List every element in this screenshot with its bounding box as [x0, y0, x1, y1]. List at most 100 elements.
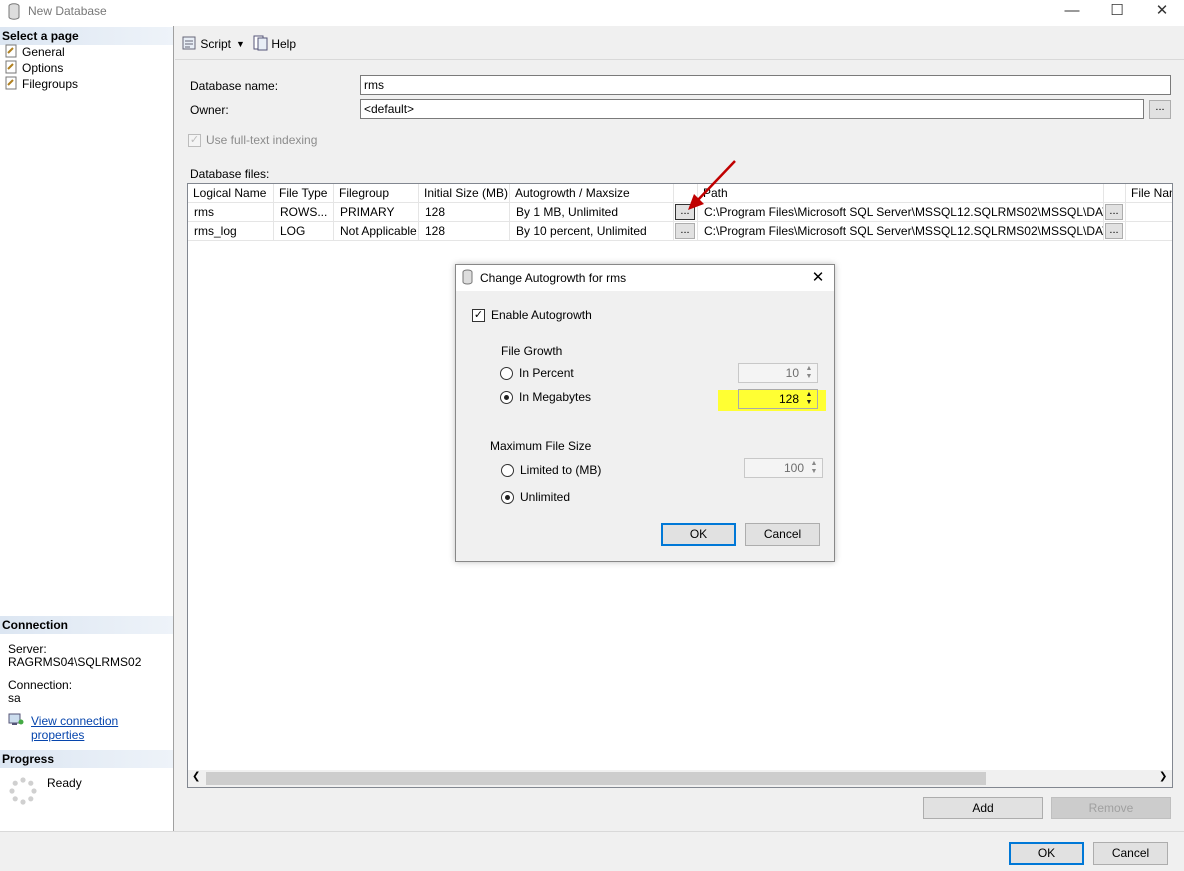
page-wrench-icon — [5, 44, 17, 58]
owner-browse-button[interactable]: ... — [1149, 100, 1171, 119]
left-pane: Select a page General Options Filegroups… — [0, 26, 174, 831]
path-browse-button[interactable]: ... — [1105, 223, 1123, 239]
in-megabytes-value: 128 — [778, 392, 799, 406]
toolbar: Script ▼ Help — [175, 26, 1184, 60]
database-icon — [462, 269, 473, 285]
in-percent-value: 10 — [785, 366, 799, 380]
database-icon — [8, 3, 20, 20]
fulltext-label: Use full-text indexing — [206, 133, 318, 147]
cell-file-name[interactable] — [1126, 222, 1172, 241]
spinner-arrows-icon[interactable]: ▲ ▼ — [803, 365, 815, 381]
page-item-general[interactable]: General — [4, 44, 65, 60]
remove-button[interactable]: Remove — [1051, 797, 1171, 819]
connection-properties-icon — [8, 713, 24, 725]
bottom-bar: OK Cancel — [0, 831, 1184, 871]
cell-path[interactable]: C:\Program Files\Microsoft SQL Server\MS… — [698, 203, 1104, 222]
cell-filegroup[interactable]: PRIMARY — [334, 203, 419, 222]
page-item-filegroups[interactable]: Filegroups — [4, 76, 78, 92]
dialog-cancel-button[interactable]: Cancel — [745, 523, 820, 546]
autogrowth-browse-button[interactable]: ... — [675, 223, 695, 239]
add-button[interactable]: Add — [923, 797, 1043, 819]
page-wrench-icon — [5, 76, 17, 90]
column-header-path[interactable]: Path — [698, 184, 1104, 203]
in-megabytes-spinner[interactable]: 128 ▲ ▼ — [738, 389, 818, 409]
server-label: Server: — [8, 642, 47, 656]
in-percent-spinner[interactable]: 10 ▲ ▼ — [738, 363, 818, 383]
enable-autogrowth-checkbox[interactable]: ✓ — [472, 309, 485, 322]
connection-label: Connection: — [8, 678, 73, 692]
horizontal-scrollbar[interactable]: ❮ ❯ — [188, 770, 1172, 787]
view-connection-properties-link[interactable]: View connection properties — [31, 714, 173, 742]
in-megabytes-label: In Megabytes — [519, 390, 592, 404]
enable-autogrowth-label: Enable Autogrowth — [491, 308, 592, 322]
cell-autogrowth: By 10 percent, Unlimited — [510, 222, 674, 241]
column-header-path-button — [1104, 184, 1126, 203]
cell-autogrowth: By 1 MB, Unlimited — [510, 203, 674, 222]
script-dropdown-icon[interactable]: ▼ — [236, 35, 245, 53]
fulltext-checkbox[interactable]: ✓ — [188, 134, 201, 147]
cell-logical-name[interactable]: rms — [188, 203, 274, 222]
path-browse-button[interactable]: ... — [1105, 204, 1123, 220]
max-file-size-label: Maximum File Size — [490, 439, 592, 453]
window-title: New Database — [28, 4, 107, 18]
cell-initial-size[interactable]: 128 — [419, 203, 510, 222]
cell-initial-size[interactable]: 128 — [419, 222, 510, 241]
help-icon — [253, 35, 268, 51]
page-wrench-icon — [5, 60, 17, 74]
cell-file-type[interactable]: LOG — [274, 222, 334, 241]
unlimited-radio[interactable] — [501, 491, 514, 504]
page-item-label: Filegroups — [22, 77, 79, 91]
page-item-label: General — [22, 45, 65, 59]
column-header-filegroup[interactable]: Filegroup — [334, 184, 419, 203]
cell-file-name[interactable] — [1126, 203, 1172, 222]
limited-to-spinner[interactable]: 100 ▲ ▼ — [744, 458, 823, 478]
connection-value: sa — [8, 691, 21, 705]
database-name-input[interactable]: rms — [360, 75, 1171, 95]
column-header-file-name[interactable]: File Nam — [1126, 184, 1172, 203]
close-button[interactable]: ✕ — [1139, 0, 1184, 24]
dialog-title: Change Autogrowth for rms — [480, 271, 627, 285]
column-header-file-type[interactable]: File Type — [274, 184, 334, 203]
server-value: RAGRMS04\SQLRMS02 — [8, 655, 142, 669]
ok-button[interactable]: OK — [1009, 842, 1084, 865]
column-header-logical-name[interactable]: Logical Name — [188, 184, 274, 203]
select-page-header: Select a page — [0, 27, 173, 45]
in-megabytes-radio[interactable] — [500, 391, 513, 404]
script-button[interactable]: Script — [181, 35, 231, 53]
limited-to-radio[interactable] — [501, 464, 514, 477]
owner-label: Owner: — [190, 103, 229, 117]
cell-path-button-container: ... — [1104, 203, 1126, 222]
cell-path-button-container: ... — [1104, 222, 1126, 241]
owner-input[interactable]: <default> — [360, 99, 1144, 119]
help-button[interactable]: Help — [252, 35, 296, 53]
dialog-close-icon[interactable]: ✕ — [808, 268, 828, 288]
window-titlebar: New Database — ☐ ✕ — [0, 0, 1184, 26]
in-percent-radio[interactable] — [500, 367, 513, 380]
column-header-initial-size[interactable]: Initial Size (MB) — [419, 184, 510, 203]
file-growth-label: File Growth — [501, 344, 563, 358]
cell-path[interactable]: C:\Program Files\Microsoft SQL Server\MS… — [698, 222, 1104, 241]
minimize-button[interactable]: — — [1049, 0, 1095, 24]
page-item-options[interactable]: Options — [4, 60, 63, 76]
maximize-button[interactable]: ☐ — [1094, 0, 1140, 24]
scroll-right-icon[interactable]: ❯ — [1159, 771, 1167, 782]
limited-to-label: Limited to (MB) — [520, 463, 602, 477]
unlimited-label: Unlimited — [520, 490, 571, 504]
dialog-ok-button[interactable]: OK — [661, 523, 736, 546]
database-files-label: Database files: — [190, 167, 270, 181]
cell-logical-name[interactable]: rms_log — [188, 222, 274, 241]
cancel-button[interactable]: Cancel — [1093, 842, 1168, 865]
progress-header: Progress — [0, 750, 173, 768]
column-header-autogrowth[interactable]: Autogrowth / Maxsize — [510, 184, 674, 203]
spinner-arrows-icon[interactable]: ▲ ▼ — [803, 391, 815, 407]
in-percent-label: In Percent — [519, 366, 574, 380]
page-item-label: Options — [22, 61, 64, 75]
cell-file-type[interactable]: ROWS... — [274, 203, 334, 222]
help-label: Help — [271, 37, 297, 51]
scroll-left-icon[interactable]: ❮ — [192, 771, 200, 782]
scrollbar-thumb[interactable] — [206, 772, 986, 785]
connection-header: Connection — [0, 616, 173, 634]
cell-filegroup[interactable]: Not Applicable — [334, 222, 419, 241]
script-label: Script — [200, 37, 232, 51]
spinner-arrows-icon[interactable]: ▲ ▼ — [808, 460, 820, 476]
